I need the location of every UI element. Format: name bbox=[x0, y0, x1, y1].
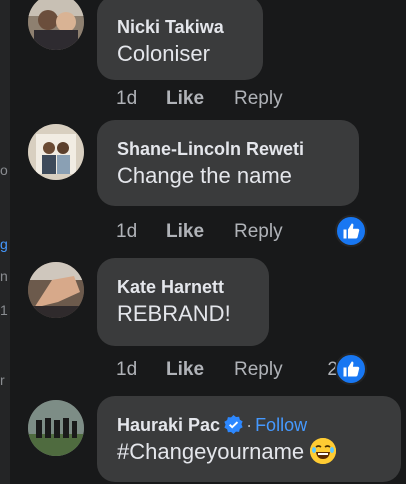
verified-icon bbox=[224, 415, 243, 434]
comment-text: Coloniser bbox=[117, 41, 210, 66]
avatar[interactable] bbox=[28, 0, 84, 50]
left-edge-fragment: n bbox=[0, 268, 8, 284]
comment-bubble: Shane-Lincoln Reweti Change the name bbox=[97, 120, 359, 206]
like-icon[interactable] bbox=[335, 353, 367, 385]
comment-header: Hauraki Pac · Follow bbox=[117, 413, 385, 437]
avatar[interactable] bbox=[28, 400, 84, 456]
left-edge-fragment: 1 bbox=[0, 302, 8, 318]
comment-text: REBRAND! bbox=[117, 301, 231, 326]
comment-author[interactable]: Kate Harnett bbox=[117, 275, 253, 299]
follow-button[interactable]: Follow bbox=[255, 415, 307, 435]
comment-author[interactable]: Shane-Lincoln Reweti bbox=[117, 137, 343, 161]
left-edge-fragment: o bbox=[0, 162, 8, 178]
reply-button[interactable]: Reply bbox=[234, 86, 283, 112]
reply-button[interactable]: Reply bbox=[234, 357, 283, 383]
comment-bubble: Nicki Takiwa Coloniser bbox=[97, 0, 263, 80]
comment-author[interactable]: Nicki Takiwa bbox=[117, 15, 247, 39]
comment-timestamp[interactable]: 1d bbox=[116, 86, 137, 112]
left-edge-fragment: g bbox=[0, 236, 8, 252]
laughing-emoji-icon bbox=[310, 438, 337, 464]
like-button[interactable]: Like bbox=[166, 357, 204, 383]
comment-text: #Changeyourname bbox=[117, 439, 305, 464]
comment-bubble: Kate Harnett REBRAND! bbox=[97, 258, 269, 346]
separator-dot: · bbox=[246, 415, 253, 435]
left-edge-fragment: r bbox=[0, 372, 5, 388]
avatar[interactable] bbox=[28, 124, 84, 180]
like-icon[interactable] bbox=[335, 215, 367, 247]
comment-author[interactable]: Hauraki Pac bbox=[117, 415, 220, 435]
comment-text-row: #Changeyourname bbox=[117, 437, 385, 467]
avatar[interactable] bbox=[28, 262, 84, 318]
comment-timestamp[interactable]: 1d bbox=[116, 357, 137, 383]
comment-actions: 1d Like Reply bbox=[116, 86, 356, 112]
like-button[interactable]: Like bbox=[166, 219, 204, 245]
comment-text: Change the name bbox=[117, 163, 292, 188]
comment-timestamp[interactable]: 1d bbox=[116, 219, 137, 245]
comment-actions: 1d Like Reply 2 bbox=[116, 357, 338, 383]
like-button[interactable]: Like bbox=[166, 86, 204, 112]
reply-button[interactable]: Reply bbox=[234, 219, 283, 245]
comment-bubble: Hauraki Pac · Follow #Changeyourname bbox=[97, 396, 401, 482]
comment-actions: 1d Like Reply 3 bbox=[116, 219, 366, 245]
